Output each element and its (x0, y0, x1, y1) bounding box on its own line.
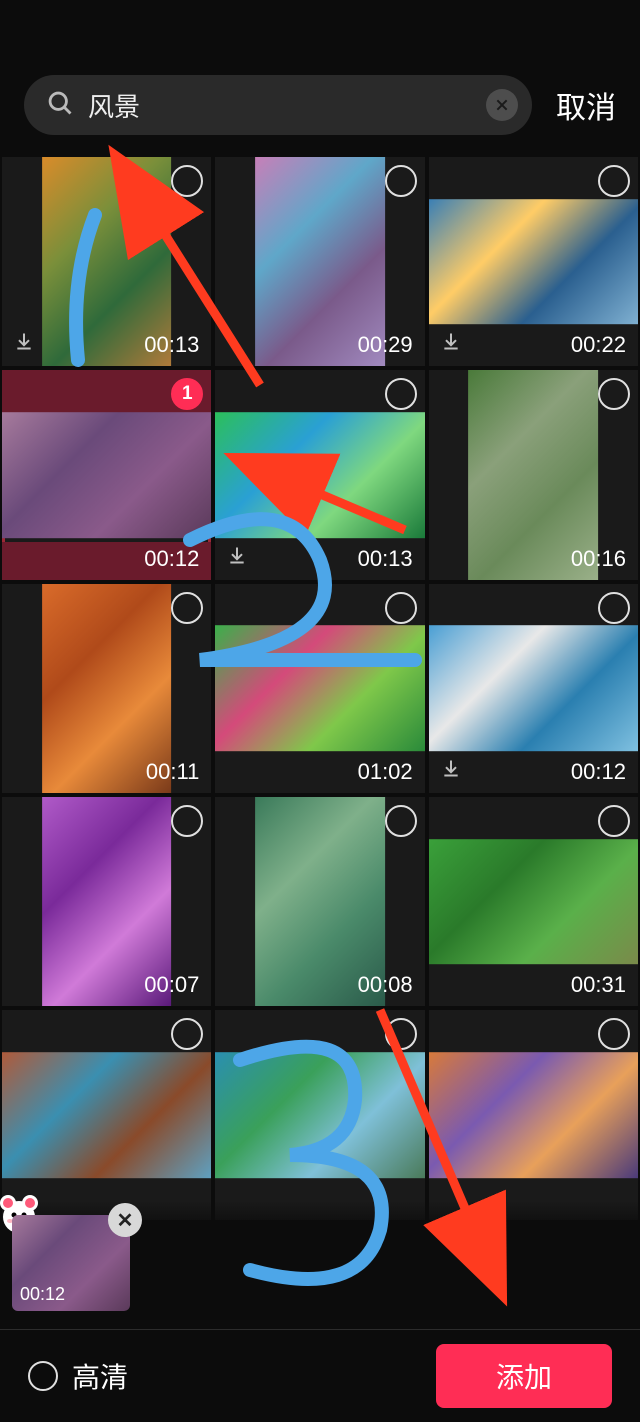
selection-ring[interactable] (598, 165, 630, 197)
selection-tray: ✕ 00:12 (0, 1201, 640, 1330)
thumbnail-red-rock-canyon (2, 1052, 211, 1178)
download-icon (441, 331, 461, 356)
duration-label: 00:29 (358, 332, 413, 358)
duration-label: 00:31 (571, 972, 626, 998)
download-icon (441, 758, 461, 783)
search-box[interactable] (24, 75, 532, 135)
duration-label: 00:12 (144, 546, 199, 572)
selection-ring[interactable] (171, 592, 203, 624)
clear-search-button[interactable] (486, 89, 518, 121)
duration-label: 00:13 (358, 546, 413, 572)
media-cell[interactable]: 00:12 (429, 584, 638, 793)
search-icon (46, 89, 74, 122)
selection-ring[interactable] (171, 805, 203, 837)
app-root: 取消 00:1300:2900:22100:1200:1300:1600:110… (0, 0, 640, 1422)
thumbnail-tropical-beach-palms (215, 1052, 424, 1178)
thumbnail-sunset-sea-birds (429, 199, 638, 325)
selection-ring[interactable] (385, 592, 417, 624)
thumbnail-girl-back-sea (2, 412, 211, 538)
selection-ring[interactable] (385, 805, 417, 837)
radio-unchecked-icon (28, 1361, 58, 1391)
duration-label: 00:12 (20, 1284, 65, 1305)
media-cell[interactable]: 00:31 (429, 797, 638, 1006)
bottom-bar: 高清 添加 (0, 1330, 640, 1422)
hd-label: 高清 (72, 1356, 128, 1396)
duration-label: 01:02 (358, 759, 413, 785)
download-icon (14, 331, 34, 356)
media-cell[interactable]: 00:13 (215, 370, 424, 579)
media-cell[interactable]: 01:02 (215, 584, 424, 793)
selection-ring[interactable] (385, 1018, 417, 1050)
hd-toggle[interactable]: 高清 (28, 1356, 128, 1396)
duration-label: 00:12 (571, 759, 626, 785)
media-cell[interactable]: 00:07 (2, 797, 211, 1006)
search-input[interactable] (74, 90, 486, 121)
duration-label: 00:08 (358, 972, 413, 998)
media-cell[interactable]: 00:29 (215, 157, 424, 366)
duration-label: 00:22 (571, 332, 626, 358)
duration-label: 00:11 (146, 759, 199, 785)
selection-ring[interactable] (171, 1018, 203, 1050)
media-cell[interactable]: 100:12 (2, 370, 211, 579)
media-cell[interactable]: 00:08 (215, 797, 424, 1006)
media-cell[interactable]: 00:16 (429, 370, 638, 579)
media-cell[interactable]: 00:11 (2, 584, 211, 793)
media-cell[interactable]: 00:22 (429, 157, 638, 366)
selection-ring[interactable] (598, 592, 630, 624)
add-button[interactable]: 添加 (436, 1344, 612, 1408)
selection-ring[interactable] (385, 378, 417, 410)
thumbnail-rice-terrace-village (429, 839, 638, 965)
duration-label: 00:07 (144, 972, 199, 998)
media-cell[interactable] (215, 1010, 424, 1219)
selection-ring[interactable] (598, 1018, 630, 1050)
media-cell[interactable] (429, 1010, 638, 1219)
selection-ring[interactable] (171, 165, 203, 197)
duration-label: 00:16 (571, 546, 626, 572)
selection-ring[interactable] (385, 165, 417, 197)
media-cell[interactable]: 00:13 (2, 157, 211, 366)
search-bar: 取消 (0, 0, 640, 157)
thumbnail-green-field-sky (215, 412, 424, 538)
thumbnail-bride-seaside (429, 626, 638, 752)
remove-item-button[interactable]: ✕ (108, 1203, 142, 1237)
thumbnail-flower-meadow (215, 626, 424, 752)
thumbnail-sunset-path-clouds (429, 1052, 638, 1178)
media-grid: 00:13 00:29 00:22 100:12 00:13 00:16 00:11 01:0… (0, 157, 640, 1220)
selection-ring[interactable] (598, 378, 630, 410)
download-icon (227, 545, 247, 570)
selection-ring[interactable] (598, 805, 630, 837)
duration-label: 00:13 (144, 332, 199, 358)
cancel-button[interactable]: 取消 (550, 77, 622, 133)
tray-item[interactable]: ✕ 00:12 (12, 1215, 130, 1311)
